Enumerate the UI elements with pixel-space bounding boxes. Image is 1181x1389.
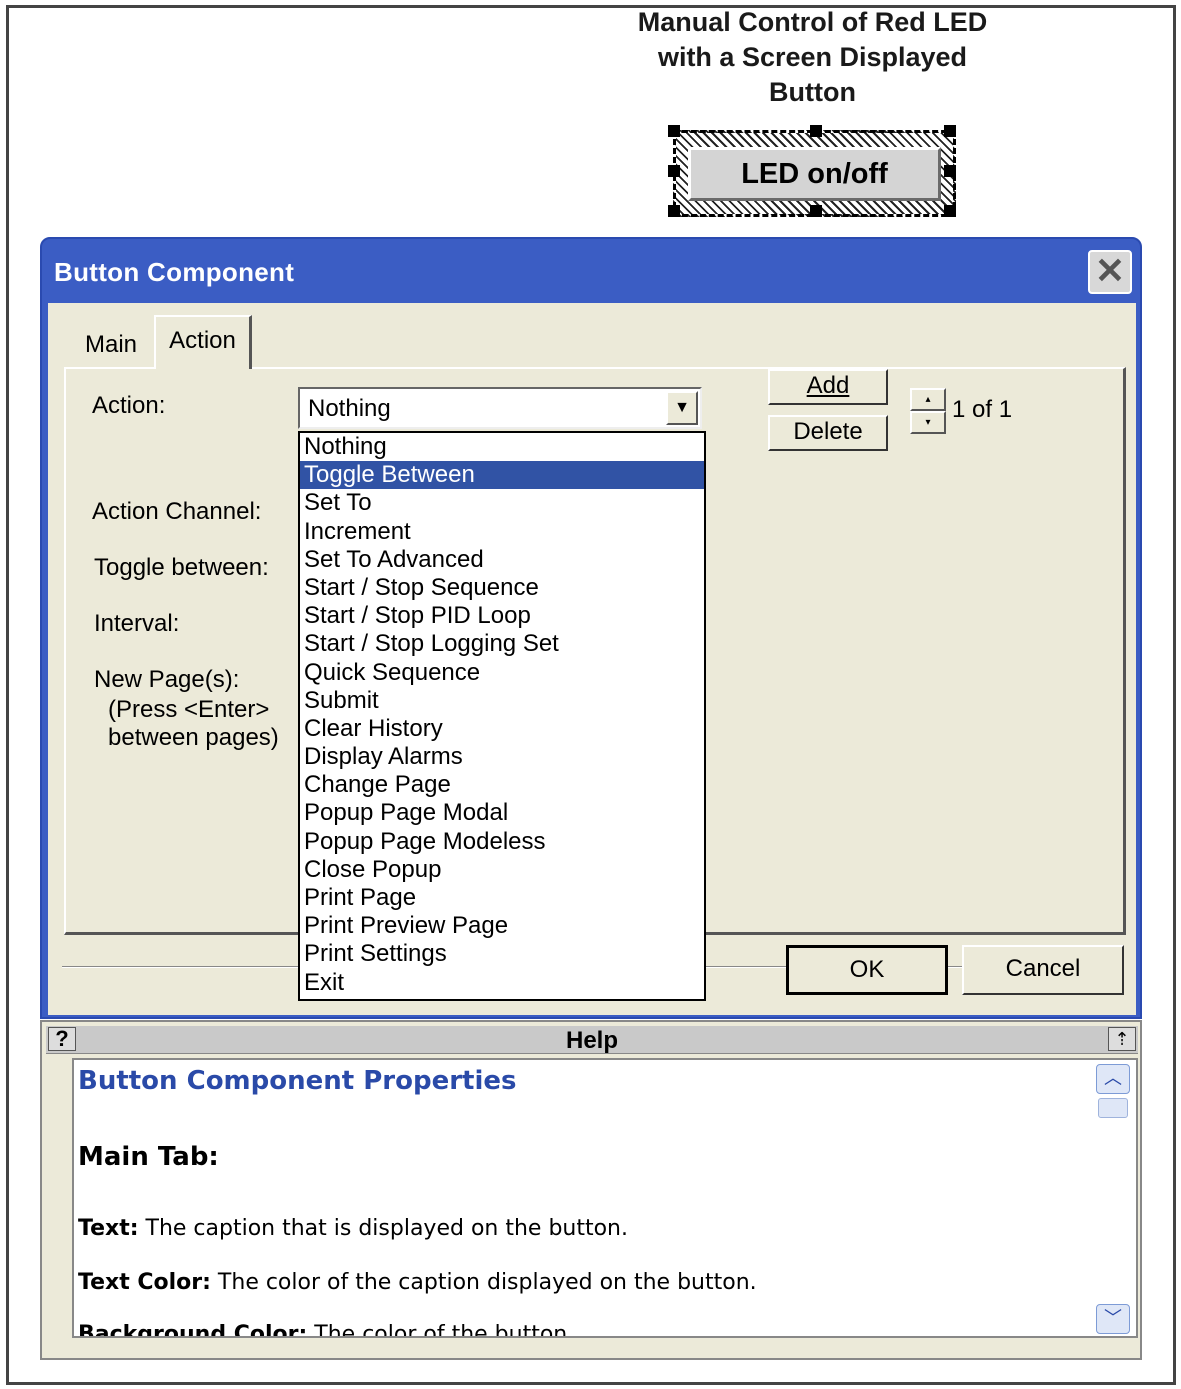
selection-handle[interactable] [668, 205, 680, 217]
help-line: Text: The caption that is displayed on t… [78, 1216, 628, 1241]
spin-down-icon[interactable]: ▾ [910, 411, 946, 434]
help-desc: The color of the caption displayed on th… [210, 1270, 757, 1295]
help-scrollbar[interactable]: ︿ ﹀ [1096, 1064, 1130, 1334]
action-channel-label: Action Channel: [92, 498, 262, 525]
led-button-selection: LED on/off [668, 125, 956, 217]
cancel-button[interactable]: Cancel [962, 945, 1124, 995]
between-pages-hint: between pages) [108, 724, 279, 751]
action-option[interactable]: Increment [300, 518, 704, 546]
help-subheading: Main Tab: [78, 1142, 219, 1172]
action-select[interactable]: Nothing ▼ [298, 387, 702, 429]
toggle-between-label: Toggle between: [94, 554, 269, 581]
action-label: Action: [92, 392, 166, 419]
action-option[interactable]: Set To Advanced [300, 546, 704, 574]
help-desc: The caption that is displayed on the but… [138, 1216, 629, 1241]
help-bar: ? Help ⇡ [46, 1026, 1138, 1054]
led-toggle-button[interactable]: LED on/off [688, 147, 941, 201]
dropdown-arrow-icon[interactable]: ▼ [666, 391, 698, 425]
dialog-titlebar[interactable]: Button Component ✕ [42, 239, 1140, 303]
selection-handle[interactable] [944, 165, 956, 177]
help-term: Text: [78, 1216, 139, 1241]
pin-icon[interactable]: ⇡ [1108, 1027, 1136, 1051]
dialog-client: Main Action Action: Action Channel: Togg… [48, 303, 1136, 1015]
action-option[interactable]: Exit [300, 969, 704, 997]
interval-label: Interval: [94, 610, 180, 637]
action-option[interactable]: Quick Sequence [300, 659, 704, 687]
action-option[interactable]: Clear History [300, 715, 704, 743]
delete-button[interactable]: Delete [768, 415, 888, 451]
spin-up-icon[interactable]: ▴ [910, 388, 946, 411]
press-enter-hint: (Press <Enter> [108, 696, 270, 723]
help-line: Background Color: The color of the butto… [78, 1322, 575, 1338]
selection-handle[interactable] [944, 125, 956, 137]
scroll-down-icon[interactable]: ﹀ [1096, 1304, 1130, 1334]
action-option[interactable]: Close Popup [300, 856, 704, 884]
ok-button[interactable]: OK [786, 945, 948, 995]
action-option[interactable]: Nothing [300, 433, 704, 461]
selection-handle[interactable] [810, 125, 822, 137]
help-pane: ? Help ⇡ Button Component Properties Mai… [40, 1020, 1142, 1360]
action-option[interactable]: Popup Page Modeless [300, 828, 704, 856]
help-line: Text Color: The color of the caption dis… [78, 1270, 757, 1295]
action-option[interactable]: Print Preview Page [300, 912, 704, 940]
caption-line: Button [769, 77, 856, 107]
add-button[interactable]: Add [768, 369, 888, 405]
action-option[interactable]: Set To [300, 489, 704, 517]
selection-handle[interactable] [668, 165, 680, 177]
action-counter: 1 of 1 [952, 396, 1013, 423]
selection-handle[interactable] [810, 205, 822, 217]
button-component-dialog: Button Component ✕ Main Action Action: A… [40, 237, 1142, 1019]
scroll-up-icon[interactable]: ︿ [1096, 1064, 1130, 1094]
action-option[interactable]: Popup Page Modal [300, 799, 704, 827]
caption-line: Manual Control of Red LED [637, 7, 988, 37]
tab-action[interactable]: Action [154, 315, 252, 369]
action-select-value: Nothing [308, 395, 391, 422]
help-desc: The color of the button. [307, 1322, 575, 1338]
caption-line: with a Screen Displayed [657, 42, 968, 72]
help-term: Text Color: [78, 1270, 211, 1295]
action-option[interactable]: Start / Stop Logging Set [300, 630, 704, 658]
selection-handle[interactable] [668, 125, 680, 137]
close-icon[interactable]: ✕ [1088, 250, 1132, 294]
action-option[interactable]: Change Page [300, 771, 704, 799]
help-bar-title: Help [565, 1027, 618, 1054]
help-term: Background Color: [78, 1322, 308, 1338]
action-option[interactable]: Start / Stop Sequence [300, 574, 704, 602]
selection-handle[interactable] [944, 205, 956, 217]
action-index-spinner: ▴ ▾ [910, 388, 946, 436]
action-option-highlighted[interactable]: Toggle Between [300, 461, 704, 490]
action-dropdown-list[interactable]: Nothing Toggle Between Set To Increment … [298, 431, 706, 1001]
action-option[interactable]: Display Alarms [300, 743, 704, 771]
action-option[interactable]: Print Settings [300, 940, 704, 968]
dialog-title: Button Component [54, 257, 295, 287]
tab-main[interactable]: Main [70, 321, 152, 369]
add-button-label: Add [806, 372, 850, 399]
action-option[interactable]: Submit [300, 687, 704, 715]
action-option[interactable]: Start / Stop PID Loop [300, 602, 704, 630]
scroll-thumb[interactable] [1098, 1098, 1128, 1118]
help-content[interactable]: Button Component Properties Main Tab: Te… [72, 1058, 1138, 1338]
new-pages-label: New Page(s): [94, 666, 240, 693]
figure-caption: Manual Control of Red LED with a Screen … [600, 5, 1025, 110]
action-option[interactable]: Print Page [300, 884, 704, 912]
help-heading: Button Component Properties [78, 1066, 517, 1096]
